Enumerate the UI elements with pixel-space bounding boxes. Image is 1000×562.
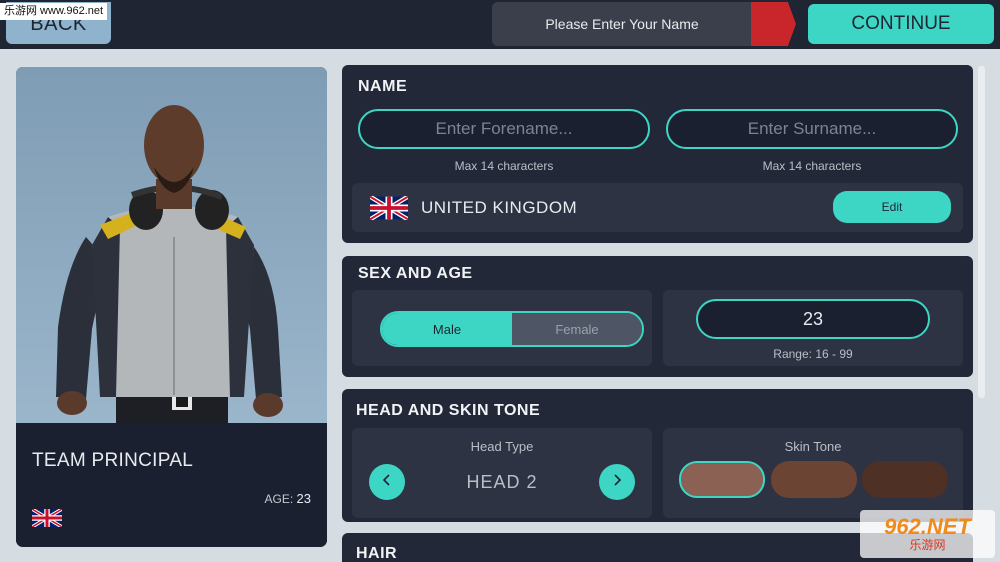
character-portrait [16, 67, 327, 423]
character-role: TEAM PRINCIPAL [32, 450, 194, 471]
surname-hint: Max 14 characters [762, 159, 862, 173]
age-range-hint: Range: 16 - 99 [773, 347, 853, 361]
skin-tone-label: Skin Tone [784, 439, 842, 454]
character-card: TEAM PRINCIPAL AGE: 23 [16, 67, 327, 547]
logo-text: 962.NET [884, 514, 971, 539]
age-input[interactable]: 23 [696, 299, 930, 339]
top-bar: BACK 乐游网 www.962.net Please Enter Your N… [0, 0, 1000, 49]
age-label: AGE: [264, 492, 294, 506]
surname-placeholder: Enter Surname... [747, 119, 877, 138]
continue-button[interactable]: CONTINUE [808, 4, 994, 44]
forename-placeholder: Enter Forename... [435, 119, 573, 138]
uk-flag-icon [31, 507, 63, 532]
name-prompt-banner: Please Enter Your Name [492, 2, 752, 46]
scrollbar[interactable] [978, 66, 985, 398]
sex-age-panel: SEX AND AGE Male Female 23 Range: 16 - 9… [342, 256, 973, 377]
logo-subtext: 乐游网 [909, 538, 946, 552]
surname-input[interactable]: Enter Surname... [666, 109, 958, 149]
male-option[interactable]: Male [382, 313, 512, 345]
name-panel: NAME Enter Forename... Enter Surname... … [342, 65, 973, 243]
chevron-right-icon [610, 473, 624, 492]
sex-box: Male Female [352, 290, 652, 366]
warning-flag-icon [751, 2, 796, 46]
head-next-button[interactable] [599, 464, 635, 500]
head-skin-section-title: HEAD AND SKIN TONE [356, 402, 541, 419]
head-skin-panel: HEAD AND SKIN TONE Head Type HEAD 2 Skin… [342, 389, 973, 522]
character-figure-icon [56, 105, 283, 423]
uk-flag-icon [368, 194, 410, 225]
country-name: UNITED KINGDOM [421, 198, 578, 217]
head-type-box: Head Type HEAD 2 [352, 428, 652, 518]
sex-toggle[interactable]: Male Female [380, 311, 644, 347]
age-value: 23 [296, 491, 311, 506]
skin-tone-swatch-2[interactable] [771, 461, 857, 498]
age-box: 23 Range: 16 - 99 [663, 290, 963, 366]
forename-hint: Max 14 characters [454, 159, 554, 173]
sex-age-section-title: SEX AND AGE [358, 265, 473, 282]
hair-section-title: HAIR [356, 545, 398, 562]
watermark-text: 乐游网 www.962.net [0, 3, 108, 20]
edit-nationality-button[interactable]: Edit [833, 191, 951, 223]
forename-input[interactable]: Enter Forename... [358, 109, 650, 149]
age-input-value: 23 [802, 308, 824, 329]
name-section-title: NAME [358, 78, 408, 95]
site-logo: 962.NET 乐游网 [860, 510, 995, 558]
character-info: TEAM PRINCIPAL AGE: 23 [16, 423, 327, 547]
female-option[interactable]: Female [512, 313, 642, 345]
head-type-label: Head Type [470, 439, 534, 454]
skin-tone-swatch-1[interactable] [679, 461, 765, 498]
character-age: AGE: 23 [265, 491, 312, 506]
skin-tone-swatch-3[interactable] [862, 461, 948, 498]
nationality-row: UNITED KINGDOM Edit [352, 183, 963, 232]
skin-tone-box: Skin Tone [663, 428, 963, 518]
